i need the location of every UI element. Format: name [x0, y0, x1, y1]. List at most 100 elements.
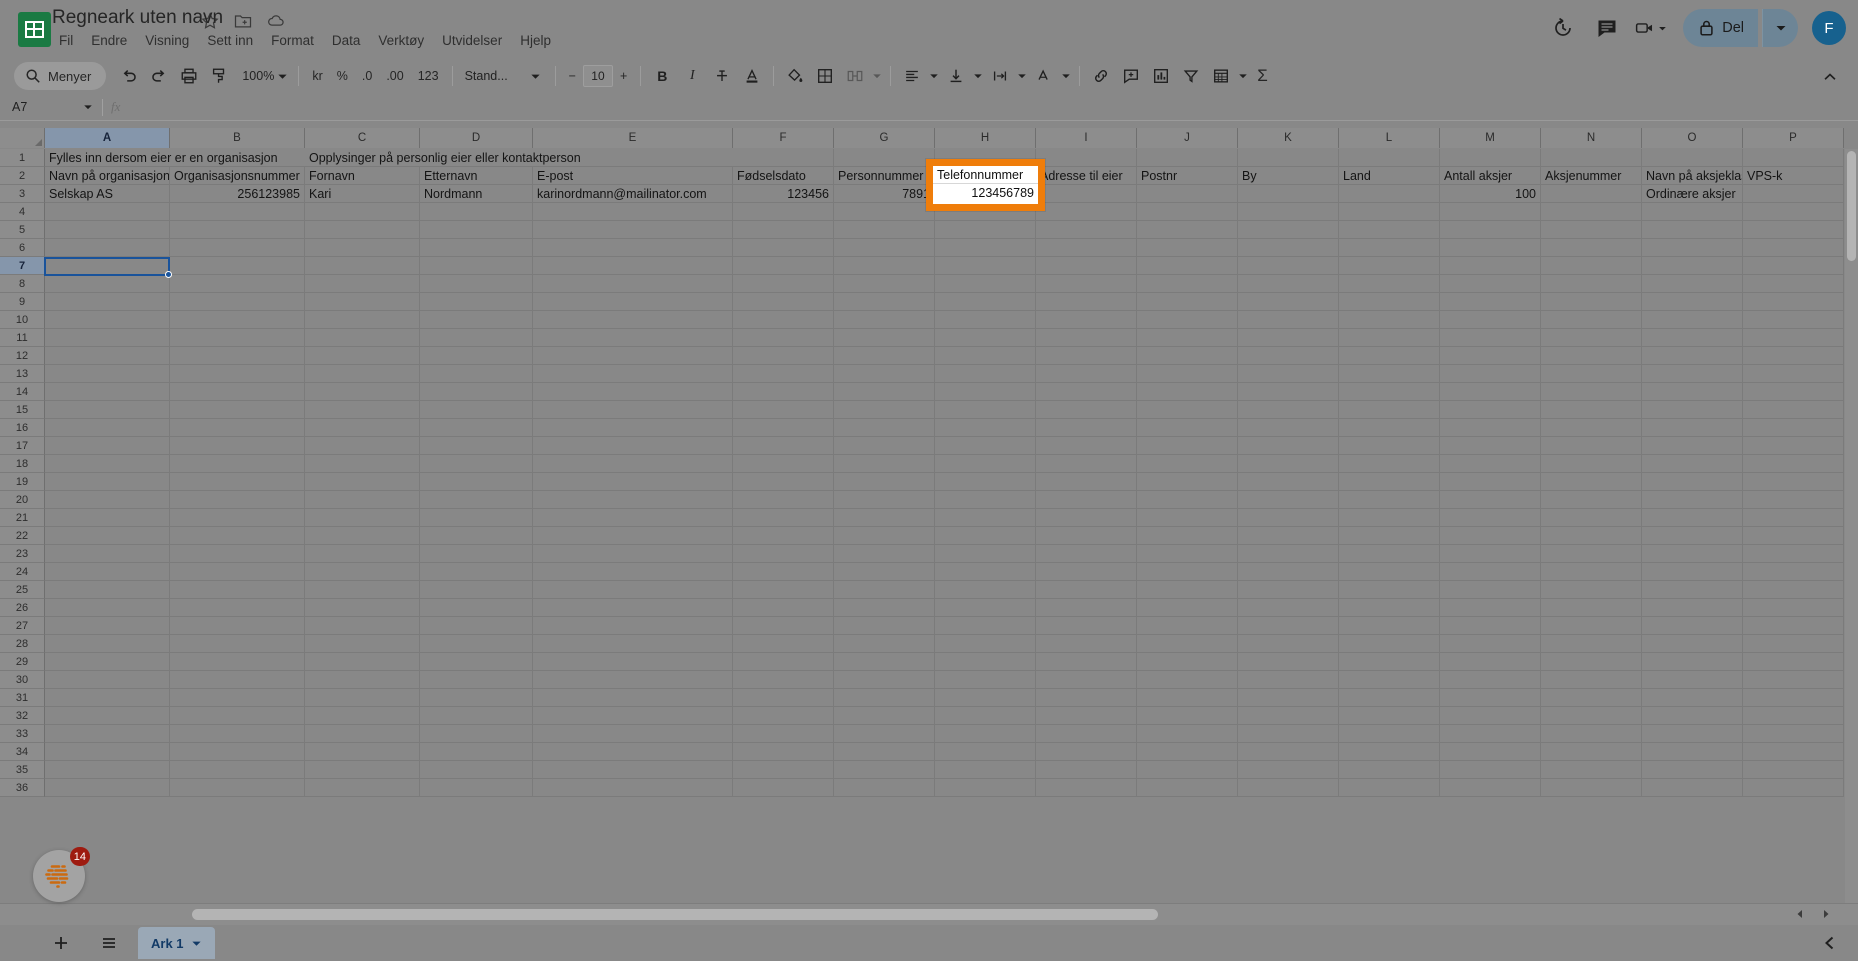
vertical-scroll-thumb[interactable]: [1847, 151, 1856, 261]
cell-N19[interactable]: [1541, 473, 1642, 491]
cell-N26[interactable]: [1541, 599, 1642, 617]
cell-M29[interactable]: [1440, 653, 1541, 671]
cell-J3[interactable]: [1137, 185, 1238, 203]
cell-A24[interactable]: [45, 563, 170, 581]
cell-H25[interactable]: [935, 581, 1036, 599]
cell-I16[interactable]: [1036, 419, 1137, 437]
cell-G20[interactable]: [834, 491, 935, 509]
cell-O9[interactable]: [1642, 293, 1743, 311]
decrease-decimal-button[interactable]: .0: [355, 62, 379, 90]
cell-A1[interactable]: Fylles inn dersom eier er en organisasjo…: [45, 149, 305, 167]
cell-B35[interactable]: [170, 761, 305, 779]
menu-item-verktoy[interactable]: Verktøy: [369, 30, 433, 51]
cell-A14[interactable]: [45, 383, 170, 401]
halign-caret-icon[interactable]: [927, 62, 941, 90]
cell-C26[interactable]: [305, 599, 420, 617]
cell-E19[interactable]: [533, 473, 733, 491]
cell-P35[interactable]: [1743, 761, 1844, 779]
row-header-22[interactable]: 22: [0, 527, 45, 545]
cell-A15[interactable]: [45, 401, 170, 419]
cell-G8[interactable]: [834, 275, 935, 293]
cell-F21[interactable]: [733, 509, 834, 527]
cell-B29[interactable]: [170, 653, 305, 671]
cell-I32[interactable]: [1036, 707, 1137, 725]
cell-N1[interactable]: [1541, 149, 1642, 167]
currency-format-button[interactable]: kr: [305, 62, 329, 90]
menu-item-endre[interactable]: Endre: [82, 30, 136, 51]
cell-I24[interactable]: [1036, 563, 1137, 581]
cell-A4[interactable]: [45, 203, 170, 221]
cell-A22[interactable]: [45, 527, 170, 545]
cell-E25[interactable]: [533, 581, 733, 599]
menu-item-visning[interactable]: Visning: [136, 30, 198, 51]
star-icon[interactable]: [200, 11, 220, 31]
horizontal-align-icon[interactable]: [897, 62, 927, 90]
cell-G35[interactable]: [834, 761, 935, 779]
cell-P27[interactable]: [1743, 617, 1844, 635]
cell-D10[interactable]: [420, 311, 533, 329]
cell-P18[interactable]: [1743, 455, 1844, 473]
cell-G26[interactable]: [834, 599, 935, 617]
cell-H32[interactable]: [935, 707, 1036, 725]
cell-F32[interactable]: [733, 707, 834, 725]
cell-F8[interactable]: [733, 275, 834, 293]
all-sheets-button[interactable]: [92, 928, 126, 958]
merge-cells-caret-icon[interactable]: [870, 62, 884, 90]
row-header-25[interactable]: 25: [0, 581, 45, 599]
cell-O7[interactable]: [1642, 257, 1743, 275]
cell-G12[interactable]: [834, 347, 935, 365]
cell-H28[interactable]: [935, 635, 1036, 653]
cell-D33[interactable]: [420, 725, 533, 743]
cell-I14[interactable]: [1036, 383, 1137, 401]
cell-L34[interactable]: [1339, 743, 1440, 761]
paint-format-icon[interactable]: [204, 62, 234, 90]
cell-F18[interactable]: [733, 455, 834, 473]
cell-O26[interactable]: [1642, 599, 1743, 617]
cell-H34[interactable]: [935, 743, 1036, 761]
cell-D17[interactable]: [420, 437, 533, 455]
more-formats-button[interactable]: 123: [411, 62, 446, 90]
cell-G21[interactable]: [834, 509, 935, 527]
cell-E16[interactable]: [533, 419, 733, 437]
cell-A17[interactable]: [45, 437, 170, 455]
cell-K11[interactable]: [1238, 329, 1339, 347]
cell-J35[interactable]: [1137, 761, 1238, 779]
cell-H24[interactable]: [935, 563, 1036, 581]
cell-E20[interactable]: [533, 491, 733, 509]
cell-E28[interactable]: [533, 635, 733, 653]
row-header-1[interactable]: 1: [0, 149, 45, 167]
cell-P4[interactable]: [1743, 203, 1844, 221]
cell-G18[interactable]: [834, 455, 935, 473]
cell-C2[interactable]: Fornavn: [305, 167, 420, 185]
cell-L32[interactable]: [1339, 707, 1440, 725]
column-header-i[interactable]: I: [1036, 128, 1137, 148]
cell-O36[interactable]: [1642, 779, 1743, 797]
cell-B23[interactable]: [170, 545, 305, 563]
cell-H13[interactable]: [935, 365, 1036, 383]
cell-N21[interactable]: [1541, 509, 1642, 527]
cell-D6[interactable]: [420, 239, 533, 257]
column-header-k[interactable]: K: [1238, 128, 1339, 148]
column-header-b[interactable]: B: [170, 128, 305, 148]
cell-A7[interactable]: [45, 257, 170, 275]
cell-F25[interactable]: [733, 581, 834, 599]
cell-K25[interactable]: [1238, 581, 1339, 599]
cell-P32[interactable]: [1743, 707, 1844, 725]
cell-M33[interactable]: [1440, 725, 1541, 743]
cell-K1[interactable]: [1238, 149, 1339, 167]
functions-icon[interactable]: [1206, 62, 1236, 90]
cell-O10[interactable]: [1642, 311, 1743, 329]
row-header-35[interactable]: 35: [0, 761, 45, 779]
cell-B19[interactable]: [170, 473, 305, 491]
cell-L1[interactable]: [1339, 149, 1440, 167]
cell-A6[interactable]: [45, 239, 170, 257]
cell-O19[interactable]: [1642, 473, 1743, 491]
cell-E10[interactable]: [533, 311, 733, 329]
cell-N24[interactable]: [1541, 563, 1642, 581]
cell-A29[interactable]: [45, 653, 170, 671]
cell-H29[interactable]: [935, 653, 1036, 671]
cell-G30[interactable]: [834, 671, 935, 689]
cell-E31[interactable]: [533, 689, 733, 707]
menu-item-utvidelser[interactable]: Utvidelser: [433, 30, 511, 51]
borders-icon[interactable]: [810, 62, 840, 90]
